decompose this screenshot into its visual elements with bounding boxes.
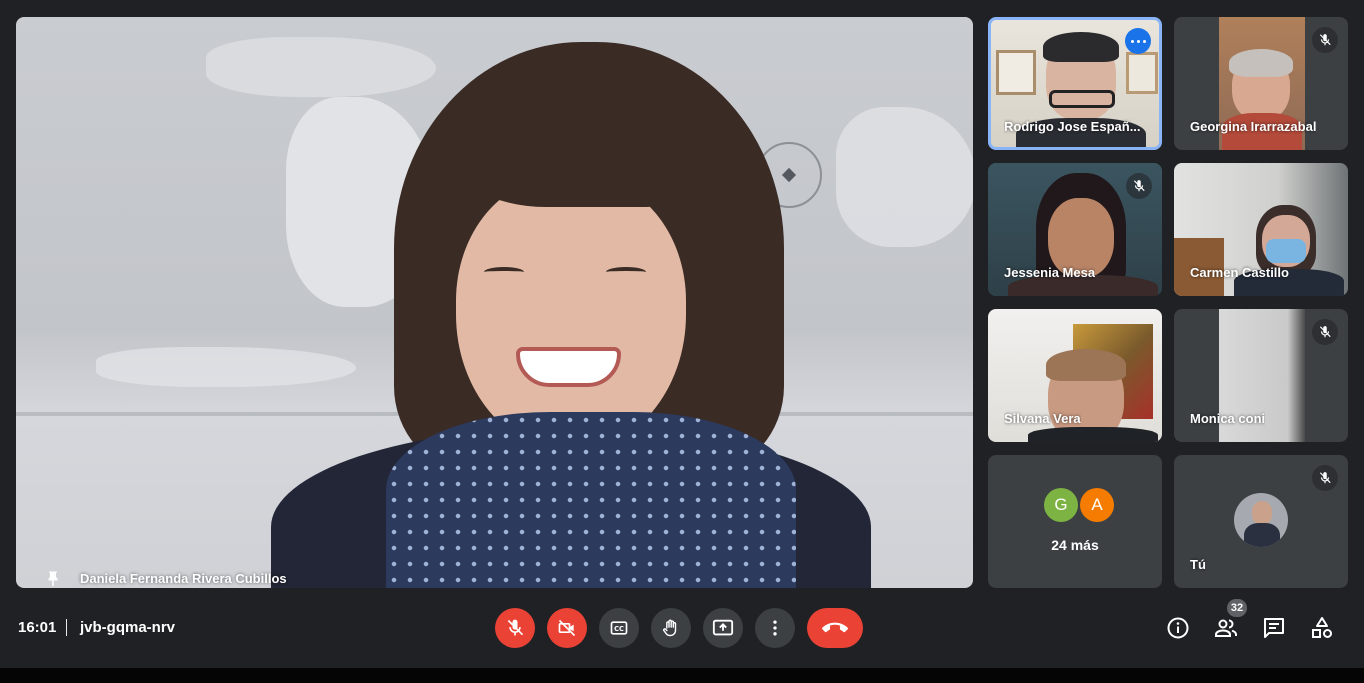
- activities-button[interactable]: [1308, 614, 1336, 642]
- chat-button[interactable]: [1260, 614, 1288, 642]
- leave-call-button[interactable]: [807, 608, 863, 648]
- participant-name: Rodrigo Jose Españ...: [1004, 119, 1141, 134]
- wall-map-north: [206, 37, 436, 97]
- wall-map-antarctica: [96, 347, 356, 387]
- wall-frame: [996, 50, 1036, 95]
- mic-toggle-button[interactable]: [495, 608, 535, 648]
- speaker-bangs: [446, 57, 696, 207]
- activities-icon: [1312, 617, 1332, 638]
- self-avatar: [1234, 493, 1288, 547]
- people-icon: [1215, 619, 1237, 637]
- participant-avatar: G: [1044, 488, 1078, 522]
- participant-hair: [1046, 349, 1126, 381]
- speaker-eye-left: [484, 267, 524, 277]
- hand-icon: [663, 619, 677, 637]
- overflow-avatars: G A: [1044, 488, 1116, 522]
- overflow-participants-tile[interactable]: G A 24 más: [988, 455, 1162, 588]
- camera-toggle-button[interactable]: [547, 608, 587, 648]
- captions-icon: CC: [610, 621, 628, 635]
- svg-text:CC: CC: [614, 625, 624, 633]
- wall-frame: [1126, 52, 1158, 94]
- participants-button[interactable]: [1212, 614, 1240, 642]
- mic-muted-icon: [1312, 27, 1338, 53]
- participant-tile-carmen[interactable]: Carmen Castillo: [1174, 163, 1348, 296]
- captions-button[interactable]: CC: [599, 608, 639, 648]
- pin-icon[interactable]: [44, 569, 62, 588]
- participant-hair: [1043, 32, 1119, 62]
- avatar-face: [1252, 501, 1272, 525]
- self-tile[interactable]: Tú: [1174, 455, 1348, 588]
- speaker-smile: [516, 347, 621, 387]
- wall-map-east: [836, 107, 973, 247]
- mic-muted-icon: [1312, 465, 1338, 491]
- meeting-time: 16:01: [18, 619, 57, 636]
- participant-tile-georgina[interactable]: Georgina Irarrazabal: [1174, 17, 1348, 150]
- participant-tile-rodrigo[interactable]: Rodrigo Jose Españ...: [988, 17, 1162, 150]
- divider: [66, 619, 67, 636]
- participant-name: Jessenia Mesa: [1004, 265, 1096, 280]
- chat-icon: [1264, 618, 1284, 638]
- participant-tile-silvana[interactable]: Silvana Vera: [988, 309, 1162, 442]
- meeting-info-button[interactable]: [1164, 614, 1192, 642]
- participant-name: Monica coni: [1190, 411, 1266, 426]
- participant-name: Carmen Castillo: [1190, 265, 1289, 280]
- main-speaker-name: Daniela Fernanda Rivera Cubillos: [80, 571, 287, 586]
- more-options-button[interactable]: [755, 608, 795, 648]
- participant-tile-monica[interactable]: Monica coni: [1174, 309, 1348, 442]
- meeting-code: jvb-gqma-nrv: [80, 619, 176, 636]
- more-vert-icon: [773, 620, 777, 636]
- participants-count-badge: 32: [1227, 599, 1247, 617]
- more-participants-label: 24 más: [1051, 537, 1099, 553]
- mic-muted-icon: [1312, 319, 1338, 345]
- speaker-scarf: [386, 412, 796, 588]
- mic-off-icon: [507, 619, 524, 636]
- participant-tile-jessenia[interactable]: Jessenia Mesa: [988, 163, 1162, 296]
- participant-body: [1028, 427, 1158, 442]
- present-icon: [712, 619, 734, 636]
- participant-hair: [1229, 49, 1293, 77]
- self-name: Tú: [1190, 557, 1206, 572]
- meet-app: Daniela Fernanda Rivera Cubillos Rodrigo…: [0, 0, 1364, 668]
- speaker-face: [456, 177, 686, 452]
- participant-name: Silvana Vera: [1004, 411, 1081, 426]
- participant-avatar: A: [1080, 488, 1114, 522]
- present-screen-button[interactable]: [703, 608, 743, 648]
- main-speaker-tile[interactable]: Daniela Fernanda Rivera Cubillos: [16, 17, 973, 588]
- mic-muted-icon: [1126, 173, 1152, 199]
- hang-up-icon: [822, 622, 848, 633]
- participant-name: Georgina Irarrazabal: [1190, 119, 1317, 134]
- bottom-strip: [0, 668, 1364, 683]
- camera-off-icon: [558, 619, 576, 637]
- participant-glasses: [1049, 90, 1115, 108]
- raise-hand-button[interactable]: [651, 608, 691, 648]
- info-icon: [1167, 617, 1189, 639]
- speaker-eye-right: [606, 267, 646, 277]
- more-options-icon[interactable]: [1125, 28, 1151, 54]
- avatar-body: [1244, 523, 1280, 547]
- face-mask: [1266, 239, 1306, 263]
